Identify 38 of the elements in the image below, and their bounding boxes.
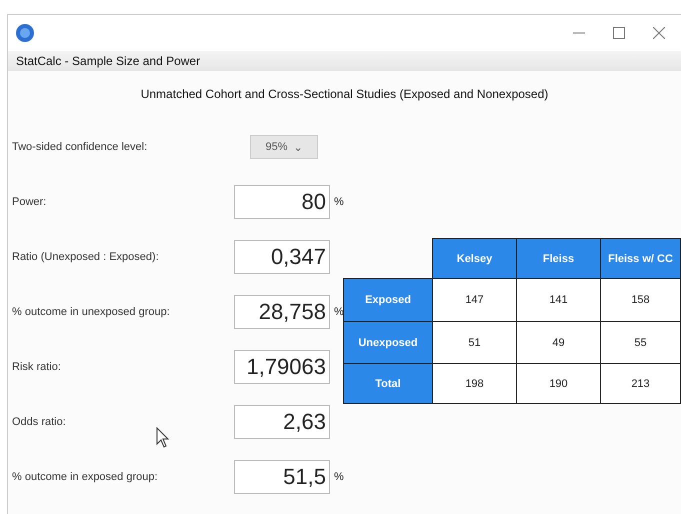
field-label: Risk ratio: <box>12 361 62 373</box>
form-heading: Unmatched Cohort and Cross-Sectional Studies (Exposed and Nonexposed) <box>140 87 550 101</box>
table-cell: 198 <box>432 363 517 404</box>
table-cell: 190 <box>516 363 601 404</box>
field-label: Two-sided confidence level: <box>12 141 148 153</box>
window-title: StatCalc - Sample Size and Power <box>16 54 200 68</box>
confidence-dropdown[interactable]: 95% ⌄ <box>250 135 318 159</box>
table-cell: 147 <box>432 278 517 322</box>
mouse-cursor-icon <box>156 427 170 449</box>
input-field[interactable]: 51,5 <box>234 460 330 494</box>
field-label: % outcome in exposed group: <box>12 471 159 483</box>
input-field[interactable]: 0,347 <box>234 240 330 274</box>
input-field[interactable]: 28,758 <box>234 295 330 329</box>
table-cell: 51 <box>432 321 517 364</box>
column-header: Fleiss <box>516 238 601 279</box>
row-header: Exposed <box>343 278 433 322</box>
table-cell: 49 <box>516 321 601 364</box>
table-cell: 213 <box>600 363 681 404</box>
field-label: Power: <box>12 196 48 208</box>
table-cell: 141 <box>516 278 601 322</box>
row-header: Total <box>343 363 433 404</box>
input-field[interactable]: 1,79063 <box>234 350 330 384</box>
column-header: Kelsey <box>432 238 517 279</box>
unit-label: % <box>334 306 344 318</box>
unit-label: % <box>334 471 344 483</box>
input-field[interactable]: 80 <box>234 185 330 219</box>
field-label: % outcome in unexposed group: <box>12 306 171 318</box>
field-label: Ratio (Unexposed : Exposed): <box>12 251 160 263</box>
table-cell: 55 <box>600 321 681 364</box>
close-icon[interactable] <box>653 27 665 39</box>
maximize-icon[interactable] <box>613 27 625 39</box>
table-cell: 158 <box>600 278 681 322</box>
unit-label: % <box>334 196 344 208</box>
row-header: Unexposed <box>343 321 433 364</box>
column-header: Fleiss w/ CC <box>600 238 681 279</box>
input-field[interactable]: 2,63 <box>234 405 330 439</box>
field-label: Odds ratio: <box>12 416 67 428</box>
app-logo-icon <box>16 24 34 42</box>
